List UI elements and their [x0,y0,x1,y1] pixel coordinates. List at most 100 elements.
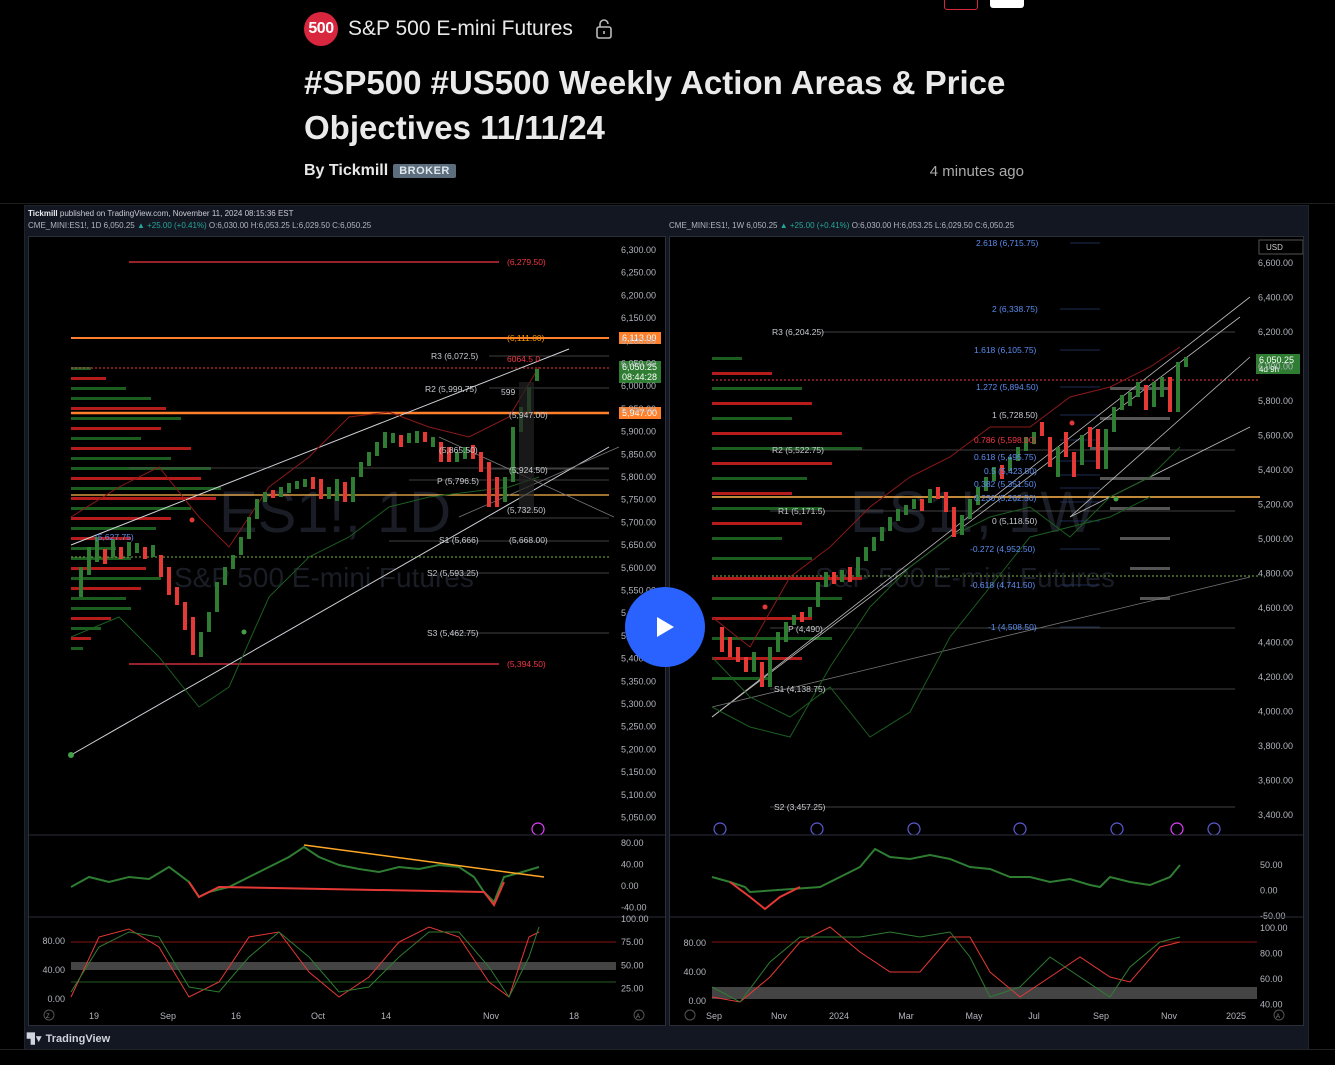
price-axis-label: 5,350.00 [621,676,656,686]
daily-chart-svg: ES1!, 1D S&P 500 E-mini Futures (6,279.5… [29,245,665,1004]
dividend-event-icons[interactable] [713,822,1221,836]
tradingview-logo-icon: ▜▼ [27,1033,44,1045]
time-axis-label: Nov [771,1011,788,1021]
svg-text:S2 (3,457.25): S2 (3,457.25) [774,802,826,812]
svg-text:599: 599 [501,387,515,397]
svg-text:R2 (5,999.75): R2 (5,999.75) [425,384,477,394]
time-axis-label: 2025 [1226,1011,1246,1021]
svg-text:0.236 (5,262.50): 0.236 (5,262.50) [974,493,1037,503]
earnings-event-icon[interactable] [531,822,545,836]
momentum-axis-label: -40.00 [621,903,647,913]
price-axis-label: 5,600.00 [621,563,656,573]
svg-text:(5,947.00): (5,947.00) [509,410,548,420]
price-axis-label: 5,750.00 [621,495,656,505]
stochastic-axis-label: 80.00 [683,938,706,948]
top-secondary-button[interactable] [990,0,1024,8]
svg-text:S3 (5,462.75): S3 (5,462.75) [427,628,479,638]
currency-selector[interactable]: USD [1266,243,1283,252]
symbol-logo[interactable]: 500 [304,12,338,46]
svg-text:S1 (4,138.75): S1 (4,138.75) [774,684,826,694]
lock-icon [596,19,612,39]
weekly-time-axis[interactable]: Sep Nov 2024 Mar May Jul Sep Nov 2025 A [669,1006,1302,1024]
momentum-axis-label: -50.00 [1260,911,1286,921]
price-axis-label: 4,600.00 [1258,603,1293,613]
right-ticker-line: CME_MINI:ES1!, 1W 6,050.25 ▲ +25.00 (+0.… [669,221,1015,230]
svg-text:R3 (6,072.5): R3 (6,072.5) [431,351,478,361]
svg-text:R1 (5,171.5): R1 (5,171.5) [778,506,825,516]
price-axis-label: 5,150.00 [621,767,656,777]
play-video-button[interactable] [625,587,705,667]
weekly-watermark: ES1!, 1W [850,480,1095,545]
price-axis-label: 5,050.00 [621,813,656,823]
svg-text:(6,279.50): (6,279.50) [507,257,546,267]
price-axis-label: 3,600.00 [1258,776,1293,786]
svg-text:(5,924.50): (5,924.50) [509,465,548,475]
price-axis-label: 4,400.00 [1258,638,1293,648]
price-axis-label: 5,250.00 [621,722,656,732]
stochastic-axis-label: 25.00 [621,984,644,994]
svg-text:-0.272 (4,952.50): -0.272 (4,952.50) [970,544,1035,554]
tradingview-logo[interactable]: ▜▼ TradingView [27,1033,110,1045]
stochastic-axis-label: 100.00 [1260,923,1288,933]
stochastic-axis-label: 50.00 [621,960,644,970]
time-axis-label: Sep [1093,1011,1109,1021]
price-axis-label: 6,000.00 [621,381,656,391]
time-axis-label: 18 [569,1011,579,1021]
svg-text:1.272 (5,894.50): 1.272 (5,894.50) [976,382,1039,392]
top-action-button[interactable] [944,0,978,10]
svg-text:(5,865.50): (5,865.50) [439,445,478,455]
svg-text:(5,394.50): (5,394.50) [507,659,546,669]
idea-title: #SP500 #US500 Weekly Action Areas & Pric… [304,64,1006,146]
price-axis-label: 6,100.00 [621,336,656,346]
published-info: Tickmill published on TradingView.com, N… [28,209,294,218]
svg-text:S2 (5,593.25): S2 (5,593.25) [427,568,479,578]
svg-text:2 (6,338.75): 2 (6,338.75) [992,304,1038,314]
time-axis-label: 2024 [829,1011,849,1021]
price-axis-label: 6,050.00 [621,359,656,369]
svg-text:0.5 (5,423.50): 0.5 (5,423.50) [984,466,1037,476]
price-axis-label: 5,600.00 [1258,431,1293,441]
price-axis-label: 6,200.00 [621,290,656,300]
auto-scale-icon[interactable]: A [636,1014,640,1020]
svg-text:P (4,490): P (4,490) [788,624,823,634]
price-axis-label: 5,800.00 [1258,396,1293,406]
svg-text:(5,732.50): (5,732.50) [507,505,546,515]
svg-text:0.382 (5,351.50): 0.382 (5,351.50) [974,479,1037,489]
price-axis-label: 5,200.00 [621,744,656,754]
daily-chart-pane[interactable]: ES1!, 1D S&P 500 E-mini Futures (6,279.5… [28,236,666,1026]
stochastic-axis-label: 0.00 [688,996,706,1006]
price-axis-label: 6,400.00 [1258,293,1293,303]
symbol-name-link[interactable]: S&P 500 E-mini Futures [348,17,573,41]
author-link[interactable]: By Tickmill [304,162,388,180]
svg-text:0.786 (5,598.00): 0.786 (5,598.00) [974,435,1037,445]
time-axis-label: 14 [381,1011,391,1021]
header-divider [0,203,1335,204]
author-byline: By Tickmill BROKER [304,162,456,180]
play-icon [657,617,674,637]
time-axis-label: Mar [898,1011,914,1021]
weekly-price-axis[interactable]: 6,600.00 6,400.00 6,200.00 6,000.00 5,800.00… [1258,258,1293,820]
time-axis-label: Jul [1028,1011,1040,1021]
time-axis-label: Nov [483,1011,500,1021]
time-axis-label: Sep [706,1011,722,1021]
price-axis-label: 4,200.00 [1258,672,1293,682]
svg-text:0 (5,118.50): 0 (5,118.50) [992,516,1037,526]
price-axis-label: 5,200.00 [1258,500,1293,510]
volume-profile [71,367,221,650]
daily-time-axis[interactable]: 19 Sep 16 Oct 14 Nov 18 Z A [28,1006,664,1024]
svg-text:R2 (5,522.75): R2 (5,522.75) [772,445,824,455]
weekly-chart-pane[interactable]: ES1!, 1W S&P 500 E-mini Futures 2.618 (6… [669,236,1304,1026]
bottom-divider [0,1049,1335,1050]
daily-price-axis[interactable]: 6,300.00 6,250.00 6,200.00 6,150.00 6,100.00… [621,245,656,823]
svg-text:2.618 (6,715.75): 2.618 (6,715.75) [976,238,1039,248]
price-axis-label: 6,000.00 [1258,362,1293,372]
svg-text:1 (5,728.50): 1 (5,728.50) [992,410,1038,420]
symbol-row[interactable]: 500 S&P 500 E-mini Futures [304,12,613,46]
time-axis-label: 19 [89,1011,99,1021]
price-axis-label: 5,700.00 [621,517,656,527]
svg-text:S1 (5,666): S1 (5,666) [439,535,479,545]
tz-icon[interactable]: Z [46,1014,50,1020]
stochastic-axis-label: 80.00 [42,936,65,946]
svg-text:6064.5 0: 6064.5 0 [507,354,540,364]
price-axis-label: 5,100.00 [621,790,656,800]
